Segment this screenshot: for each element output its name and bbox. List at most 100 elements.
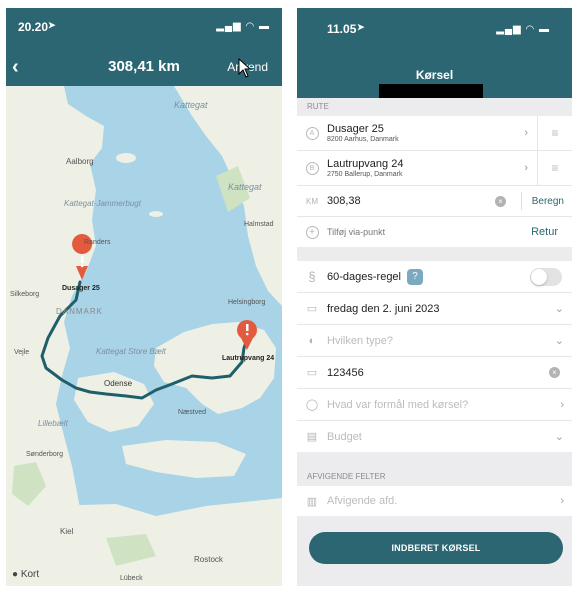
map-label-rostock: Rostock <box>194 555 224 564</box>
chevron-down-icon: ⌄ <box>554 335 564 347</box>
map-header: 20.20 ➤ ▂▄▆ ◠ ▬ ‹ 308,41 km Anvend <box>6 8 282 86</box>
department-row[interactable]: ▥ Afvigende afd. › <box>297 486 572 516</box>
chevron-right-icon: › <box>560 398 564 411</box>
type-row[interactable]: ◐ Hvilken type? ⌄ <box>297 325 572 357</box>
map-label-lillebaelt: Lillebælt <box>38 419 69 428</box>
help-icon[interactable]: ? <box>407 268 423 285</box>
status-time: 11.05 <box>327 22 357 36</box>
route-section-label: RUTE <box>307 102 329 111</box>
map-label-randers: Randers <box>84 239 111 246</box>
map-label-halmstad: Halmstad <box>244 221 274 228</box>
battery-icon: ▬ <box>539 24 550 35</box>
map-label-origin: Dusager 25 <box>62 285 100 292</box>
paragraph-icon: § <box>308 269 316 284</box>
deviating-group: ▥ Afvigende afd. › <box>297 486 572 516</box>
map-label-danmark: DANMARK <box>56 307 103 316</box>
map-label-sonderborg: Sønderborg <box>26 451 63 458</box>
form-header: 11.05 ➤ ▂▄▆ ◠ ▬ Kørsel <box>297 8 572 98</box>
document-icon: ▤ <box>306 431 318 443</box>
chevron-down-icon: ⌄ <box>554 431 564 443</box>
signal-icon: ▂▄▆ <box>496 24 522 35</box>
wifi-icon: ◠ <box>245 21 256 32</box>
reorder-handle-icon[interactable]: ≡ <box>537 116 572 150</box>
budget-select: Budget <box>327 430 362 443</box>
route-map[interactable]: Kattegat Kattegat Kattegat-Jammerbugt Aa… <box>6 86 282 586</box>
location-arrow-icon: ➤ <box>357 22 365 32</box>
km-label: KM <box>306 196 318 206</box>
department-input: Afvigende afd. <box>327 495 398 507</box>
map-label-kattegat: Kattegat <box>174 100 208 110</box>
reorder-handle-icon[interactable]: ≡ <box>537 151 572 185</box>
calculate-button[interactable]: Beregn <box>532 196 564 207</box>
building-icon: ▥ <box>306 495 318 508</box>
license-plate-icon: ▭ <box>306 367 318 379</box>
origin-address: 8200 Aarhus, Danmark <box>327 135 399 143</box>
battery-icon: ▬ <box>259 21 270 32</box>
form-body: RUTE A Dusager 25 8200 Aarhus, Danmark ›… <box>297 98 572 586</box>
destination-address: 2750 Ballerup, Danmark <box>327 170 403 178</box>
via-row: + Tilføj via-punkt Retur <box>297 217 572 247</box>
calendar-icon: ▭ <box>306 303 318 315</box>
deviating-section-label: AFVIGENDE FELTER <box>307 472 386 481</box>
purpose-input: Hvad var formål med kørsel? <box>327 398 469 411</box>
map-label-kattegat-jammerbugt: Kattegat-Jammerbugt <box>64 199 142 208</box>
map-screen: 20.20 ➤ ▂▄▆ ◠ ▬ ‹ 308,41 km Anvend <box>6 8 282 586</box>
details-group: § 60-dages-regel ? ▭ fredag den 2. juni … <box>297 261 572 452</box>
separator <box>521 192 522 210</box>
chevron-right-icon: › <box>524 162 528 174</box>
signal-icon: ▂▄▆ <box>216 21 242 32</box>
chevron-down-icon: ⌄ <box>554 303 564 315</box>
rule-row: § 60-dages-regel ? <box>297 261 572 293</box>
clear-number-icon[interactable]: × <box>549 367 560 378</box>
marker-a-icon: A <box>305 127 319 140</box>
plus-circle-icon: + <box>305 225 319 239</box>
map-label-aalborg: Aalborg <box>66 157 94 166</box>
map-label-silkeborg: Silkeborg <box>10 291 39 298</box>
destination-name: Lautrupvang 24 <box>327 157 404 170</box>
status-icons: ▂▄▆ ◠ ▬ <box>216 21 270 32</box>
type-select: Hvilken type? <box>327 334 394 347</box>
location-arrow-icon: ➤ <box>48 20 56 30</box>
map-label-kattegat-2: Kattegat <box>228 182 262 192</box>
mouse-cursor-icon <box>238 58 252 78</box>
marker-b-icon: B <box>305 162 319 175</box>
chevron-right-icon: › <box>524 127 528 139</box>
map-label-destination: Lautrupvang 24 <box>222 355 274 362</box>
rule-label: 60-dages-regel <box>327 270 401 283</box>
wifi-icon: ◠ <box>525 24 536 35</box>
date-row[interactable]: ▭ fredag den 2. juni 2023 ⌄ <box>297 293 572 325</box>
redacted-subtitle <box>379 84 483 98</box>
status-time: 20.20 <box>18 20 49 34</box>
tag-icon: ◐ <box>308 334 316 347</box>
route-group: A Dusager 25 8200 Aarhus, Danmark › ≡ B … <box>297 116 572 247</box>
purpose-row[interactable]: ◯ Hvad var formål med kørsel? › <box>297 389 572 421</box>
map-label-odense: Odense <box>104 379 133 388</box>
rule-toggle[interactable] <box>530 267 562 286</box>
number-input[interactable]: 123456 <box>327 367 364 379</box>
date-value: fredag den 2. juni 2023 <box>327 302 440 315</box>
speech-bubble-icon: ◯ <box>305 399 319 411</box>
chevron-right-icon: › <box>560 495 564 507</box>
route-origin-row[interactable]: A Dusager 25 8200 Aarhus, Danmark › ≡ <box>297 116 572 151</box>
return-button[interactable]: Retur <box>531 226 558 238</box>
route-destination-row[interactable]: B Lautrupvang 24 2750 Ballerup, Danmark … <box>297 151 572 186</box>
apple-logo-icon: ● <box>12 569 19 580</box>
budget-row[interactable]: ▤ Budget ⌄ <box>297 421 572 452</box>
add-via-button[interactable]: Tilføj via-punkt <box>327 227 385 237</box>
status-icons: ▂▄▆ ◠ ▬ <box>496 24 550 35</box>
page-title: Kørsel <box>415 68 454 82</box>
submit-trip-button[interactable]: INDBERET KØRSEL <box>309 532 563 564</box>
km-row: KM 308,38 × Beregn <box>297 186 572 217</box>
km-input[interactable]: 308,38 <box>327 195 361 207</box>
map-label-kiel: Kiel <box>60 527 74 536</box>
map-label-vejle: Vejle <box>14 349 29 356</box>
clear-km-icon[interactable]: × <box>495 195 506 207</box>
origin-name: Dusager 25 <box>327 122 384 135</box>
map-attribution: ● Kort <box>12 569 40 580</box>
number-row: ▭ 123456 × <box>297 357 572 389</box>
map-label-store-baelt: Kattegat Store Bælt <box>96 347 167 356</box>
map-label-naestved: Næstved <box>178 409 206 416</box>
map-label-helsingborg: Helsingborg <box>228 299 265 306</box>
trip-form-screen: 11.05 ➤ ▂▄▆ ◠ ▬ Kørsel RUTE A Dusager 25… <box>297 8 572 586</box>
map-label-lubeck: Lübeck <box>120 575 143 582</box>
